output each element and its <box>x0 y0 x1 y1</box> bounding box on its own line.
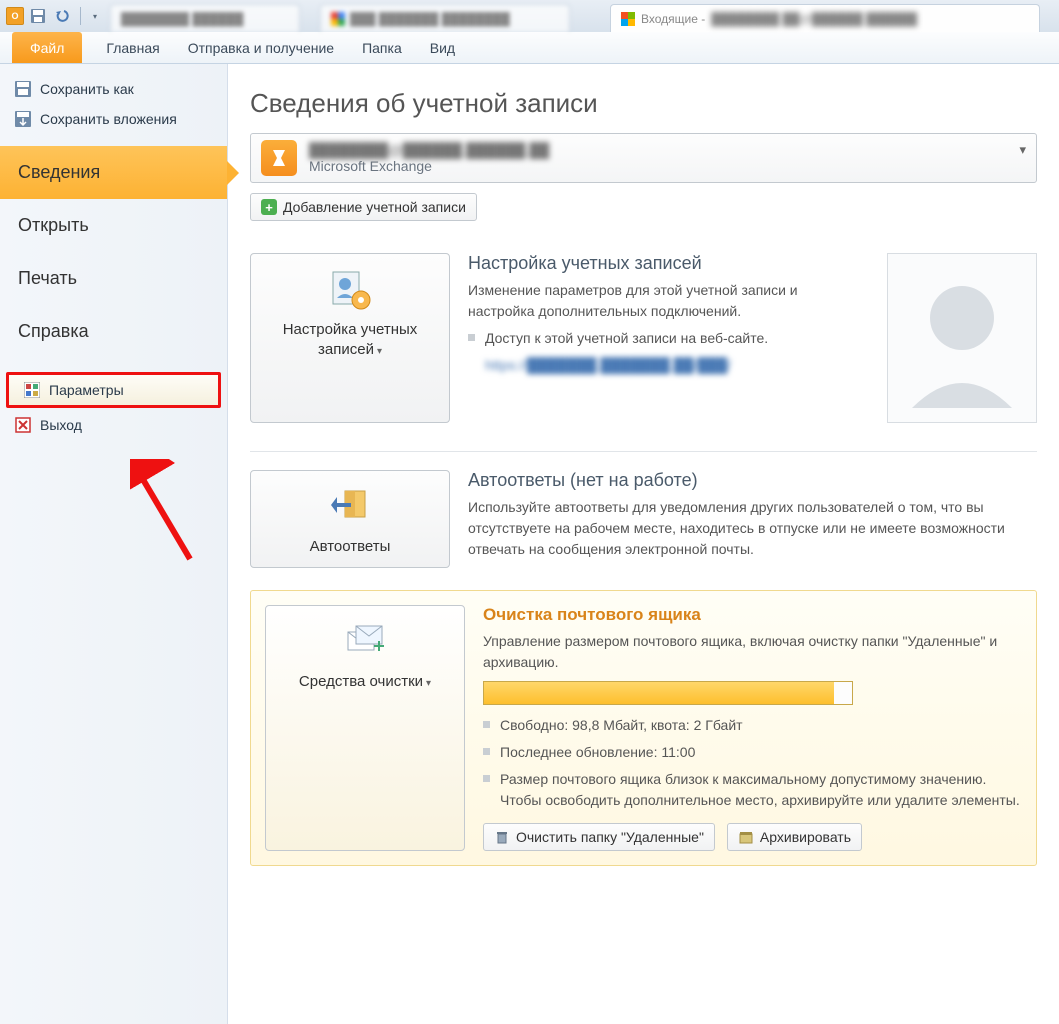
archive-icon <box>738 829 754 845</box>
section-autoreply: Автоответы Автоответы (нет на работе) Ис… <box>250 451 1037 568</box>
quota-fill <box>484 682 834 704</box>
cleanup-title: Очистка почтового ящика <box>483 605 1022 625</box>
titlebar: O ▾ ████████ ██████ ███ ███████ ████████… <box>0 0 1059 32</box>
add-account-button[interactable]: + Добавление учетной записи <box>250 193 477 221</box>
archive-button[interactable]: Архивировать <box>727 823 862 851</box>
account-settings-bullet1: Доступ к этой учетной записи на веб-сайт… <box>485 328 859 349</box>
sidebar-options-label: Параметры <box>49 382 124 398</box>
cleanup-btn-label: Средства очистки <box>299 673 423 690</box>
account-settings-icon <box>259 266 441 314</box>
account-email-blurred: ████████@██████.██████.██ <box>309 142 549 158</box>
empty-deleted-label: Очистить папку "Удаленные" <box>516 829 704 845</box>
sidebar-info[interactable]: Сведения <box>0 146 227 199</box>
chevron-down-icon: ▾ <box>377 346 382 357</box>
account-web-link-blurred[interactable]: https://███████.███████.██/███/ <box>485 355 859 376</box>
exchange-icon <box>261 140 297 176</box>
chevron-down-icon: ▾ <box>426 678 431 689</box>
cleanup-desc: Управление размером почтового ящика, вкл… <box>483 631 1022 673</box>
account-avatar <box>887 253 1037 423</box>
ribbon-tabs: Файл Главная Отправка и получение Папка … <box>0 32 1059 64</box>
archive-label: Архивировать <box>760 829 851 845</box>
account-type-label: Microsoft Exchange <box>309 158 549 174</box>
sidebar-open[interactable]: Открыть <box>0 199 227 252</box>
sidebar-save-attachments-label: Сохранить вложения <box>40 111 177 127</box>
save-attachments-icon <box>14 110 32 128</box>
exit-icon <box>14 416 32 434</box>
account-dropdown-icon[interactable]: ▾ <box>1019 142 1026 158</box>
sidebar-open-label: Открыть <box>18 215 89 236</box>
account-settings-title: Настройка учетных записей <box>468 253 859 274</box>
plus-icon: + <box>261 199 277 215</box>
cleanup-icon <box>274 618 456 666</box>
sidebar-exit[interactable]: Выход <box>0 410 227 440</box>
account-settings-desc: Изменение параметров для этой учетной за… <box>468 280 859 322</box>
sidebar-exit-label: Выход <box>40 417 82 433</box>
sidebar-print[interactable]: Печать <box>0 252 227 305</box>
window-tab-1[interactable]: ████████ ██████ <box>110 4 300 32</box>
annotation-arrow <box>130 459 220 569</box>
autoreply-btn-label: Автоответы <box>259 537 441 557</box>
sidebar-info-label: Сведения <box>18 162 100 183</box>
window-tab-active[interactable]: Входящие - ████████ ██@██████ ██████ <box>610 4 1040 32</box>
qat-undo-icon[interactable] <box>52 6 72 26</box>
autoreply-desc: Используйте автоответы для уведомления д… <box>468 497 1037 560</box>
add-account-label: Добавление учетной записи <box>283 199 466 215</box>
qat-save-icon[interactable] <box>28 6 48 26</box>
sidebar-save-as-label: Сохранить как <box>40 81 134 97</box>
tab-folder[interactable]: Папка <box>348 32 416 63</box>
tab-file[interactable]: Файл <box>12 32 82 63</box>
tab-home[interactable]: Главная <box>92 32 173 63</box>
section-account-settings: Настройка учетных записей▾ Настройка уче… <box>250 253 1037 423</box>
backstage-sidebar: Сохранить как Сохранить вложения Сведени… <box>0 64 228 1024</box>
cleanup-tools-button[interactable]: Средства очистки▾ <box>265 605 465 851</box>
account-settings-button[interactable]: Настройка учетных записей▾ <box>250 253 450 423</box>
cleanup-bullet2: Последнее обновление: 11:00 <box>500 742 1022 763</box>
window-title: Входящие - <box>641 12 705 26</box>
quota-bar <box>483 681 853 705</box>
sidebar-save-attachments[interactable]: Сохранить вложения <box>0 104 227 134</box>
sidebar-save-as[interactable]: Сохранить как <box>0 74 227 104</box>
sidebar-help[interactable]: Справка <box>0 305 227 358</box>
empty-deleted-button[interactable]: Очистить папку "Удаленные" <box>483 823 715 851</box>
autoreply-title: Автоответы (нет на работе) <box>468 470 1037 491</box>
cleanup-bullet1: Свободно: 98,8 Мбайт, квота: 2 Гбайт <box>500 715 1022 736</box>
options-icon <box>23 381 41 399</box>
outlook-app-icon: O <box>6 7 24 25</box>
sidebar-help-label: Справка <box>18 321 89 342</box>
autoreply-button[interactable]: Автоответы <box>250 470 450 568</box>
tab-view[interactable]: Вид <box>416 32 469 63</box>
cleanup-bullet3: Размер почтового ящика близок к максимал… <box>500 769 1022 811</box>
autoreply-icon <box>259 483 441 531</box>
sidebar-print-label: Печать <box>18 268 77 289</box>
sidebar-options[interactable]: Параметры <box>6 372 221 408</box>
section-cleanup: Средства очистки▾ Очистка почтового ящик… <box>250 590 1037 866</box>
account-selector[interactable]: ████████@██████.██████.██ Microsoft Exch… <box>250 133 1037 183</box>
trash-icon <box>494 829 510 845</box>
qat-separator <box>80 7 81 25</box>
account-settings-btn-label: Настройка учетных записей <box>283 321 418 358</box>
tab-send-receive[interactable]: Отправка и получение <box>174 32 348 63</box>
page-title: Сведения об учетной записи <box>250 88 1037 119</box>
qat-customize-icon[interactable]: ▾ <box>85 6 105 26</box>
backstage-content: Сведения об учетной записи ████████@████… <box>228 64 1059 1024</box>
save-as-icon <box>14 80 32 98</box>
window-tab-2[interactable]: ███ ███████ ████████ <box>320 4 570 32</box>
